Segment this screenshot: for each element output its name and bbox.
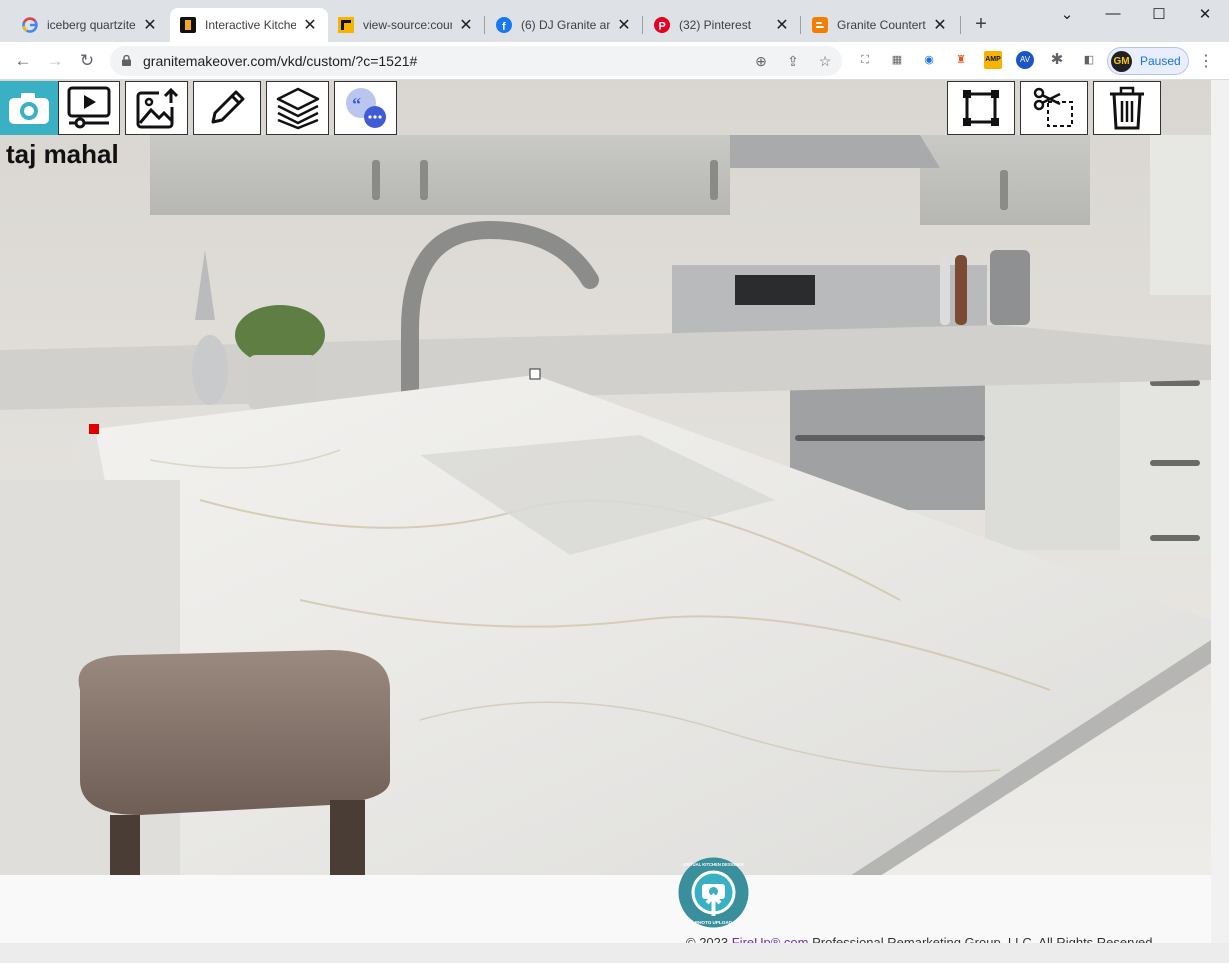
browser-toolbar: ← → ↻ granitemakeover.com/vkd/custom/?c=…: [0, 42, 1229, 80]
tab-title: iceberg quartzite: [47, 18, 136, 32]
virtual-kitchen-designer-logo[interactable]: VIRTUAL KITCHEN DESIGNER PHOTO UPLOAD: [677, 856, 750, 929]
trash-icon: [1110, 86, 1144, 130]
bounding-box-icon: [963, 90, 999, 126]
tab-title: (32) Pinterest: [679, 18, 752, 32]
logo-text-bottom: PHOTO UPLOAD: [695, 920, 733, 925]
lighthouse-extension-icon[interactable]: ♜: [952, 51, 970, 69]
edit-tool-button[interactable]: [193, 81, 261, 135]
horizontal-scrollbar[interactable]: [0, 943, 1229, 963]
tab-title: (6) DJ Granite and: [521, 18, 610, 32]
close-icon[interactable]: ✕: [302, 15, 318, 35]
layers-tool-button[interactable]: [266, 81, 329, 135]
address-bar[interactable]: granitemakeover.com/vkd/custom/?c=1521# …: [110, 46, 842, 76]
google-g-icon: [22, 17, 38, 33]
site-logo-icon: [180, 17, 196, 33]
share-icon[interactable]: ⇪: [784, 52, 802, 70]
kitchen-photo[interactable]: [0, 80, 1211, 876]
image-extension-icon[interactable]: ▦: [888, 51, 906, 69]
maximize-button[interactable]: ☐: [1136, 5, 1182, 27]
amp-extension-icon[interactable]: AMP: [984, 51, 1002, 69]
screen-capture-icon[interactable]: ⛶: [856, 51, 874, 69]
close-icon[interactable]: ✕: [932, 15, 948, 35]
chat-tool-button[interactable]: “: [334, 81, 397, 135]
back-button[interactable]: ←: [12, 50, 34, 72]
tab-separator: [960, 16, 961, 34]
bookmark-star-icon[interactable]: ☆: [816, 52, 834, 70]
page-content: © 2023 FireUp® com Professional Remarket…: [0, 80, 1229, 963]
profile-button[interactable]: GM Paused: [1107, 47, 1189, 75]
tab-title: Interactive Kitchen: [205, 18, 296, 32]
tab-iceberg-quartzite[interactable]: iceberg quartzite ✕: [12, 8, 168, 42]
layers-icon: [276, 87, 319, 130]
new-tab-button[interactable]: +: [970, 13, 992, 36]
camera-tool-button[interactable]: [0, 81, 58, 135]
close-icon[interactable]: ✕: [458, 15, 474, 35]
lock-icon[interactable]: [122, 55, 131, 66]
url-text: granitemakeover.com/vkd/custom/?c=1521#: [143, 53, 418, 69]
close-icon[interactable]: ✕: [142, 15, 158, 35]
tab-pinterest[interactable]: P (32) Pinterest ✕: [644, 8, 800, 42]
svg-text:P: P: [659, 21, 666, 33]
minimize-button[interactable]: —: [1090, 5, 1136, 27]
forward-button[interactable]: →: [44, 50, 66, 72]
stone-name-label: taj mahal: [6, 139, 119, 169]
tab-title: view-source:count: [363, 18, 452, 32]
more-menu-icon[interactable]: ⋮: [1198, 51, 1214, 71]
footer: © 2023 FireUp® com Professional Remarket…: [0, 875, 1211, 950]
upload-photo-tool-button[interactable]: [125, 81, 188, 135]
close-icon[interactable]: ✕: [774, 15, 790, 35]
tab-interactive-kitchen[interactable]: Interactive Kitchen ✕: [170, 8, 328, 42]
window-close-button[interactable]: ✕: [1182, 5, 1228, 27]
tab-title: Granite Countertop: [837, 18, 926, 32]
tab-separator: [642, 16, 643, 34]
tab-separator: [484, 16, 485, 34]
screencast-extension-icon[interactable]: ◉: [920, 51, 938, 69]
side-panel-icon[interactable]: ◧: [1080, 51, 1098, 69]
upload-image-icon: [136, 87, 178, 129]
chat-bubbles-icon: “: [345, 88, 386, 128]
tab-search-chevron-icon[interactable]: ⌄: [1044, 5, 1090, 27]
zoom-icon[interactable]: ⊕: [752, 52, 770, 70]
tab-view-source[interactable]: view-source:count ✕: [328, 8, 484, 42]
extensions-puzzle-icon[interactable]: ✱: [1048, 51, 1066, 69]
tab-separator: [800, 16, 801, 34]
pencil-icon: [211, 90, 245, 124]
av-extension-icon[interactable]: AV: [1016, 51, 1034, 69]
close-icon[interactable]: ✕: [616, 15, 632, 35]
vertical-scrollbar[interactable]: [1211, 80, 1229, 943]
avatar: GM: [1111, 51, 1132, 72]
source-icon: [338, 17, 354, 33]
select-area-tool-button[interactable]: [947, 81, 1015, 135]
tab-strip: iceberg quartzite ✕ Interactive Kitchen …: [0, 0, 1229, 42]
delete-tool-button[interactable]: [1093, 81, 1161, 135]
profile-status: Paused: [1140, 54, 1181, 68]
logo-text-top: VIRTUAL KITCHEN DESIGNER: [683, 862, 744, 867]
tab-granite-countertop[interactable]: Granite Countertop ✕: [802, 8, 958, 42]
tab-facebook[interactable]: f (6) DJ Granite and ✕: [486, 8, 642, 42]
slideshow-tool-button[interactable]: [58, 81, 120, 135]
svg-text:f: f: [502, 21, 506, 33]
corner-marker[interactable]: [89, 424, 99, 434]
svg-text:“: “: [352, 94, 361, 114]
video-play-icon: [67, 86, 111, 129]
blogger-icon: [812, 17, 828, 33]
cut-tool-button[interactable]: [1020, 81, 1088, 135]
camera-icon: [9, 93, 49, 124]
reload-button[interactable]: ↻: [76, 50, 98, 72]
scissors-crop-icon: [1033, 87, 1073, 127]
facebook-icon: f: [496, 17, 512, 33]
browser-window: iceberg quartzite ✕ Interactive Kitchen …: [0, 0, 1229, 963]
corner-marker[interactable]: [529, 368, 541, 380]
pinterest-icon: P: [654, 17, 670, 33]
